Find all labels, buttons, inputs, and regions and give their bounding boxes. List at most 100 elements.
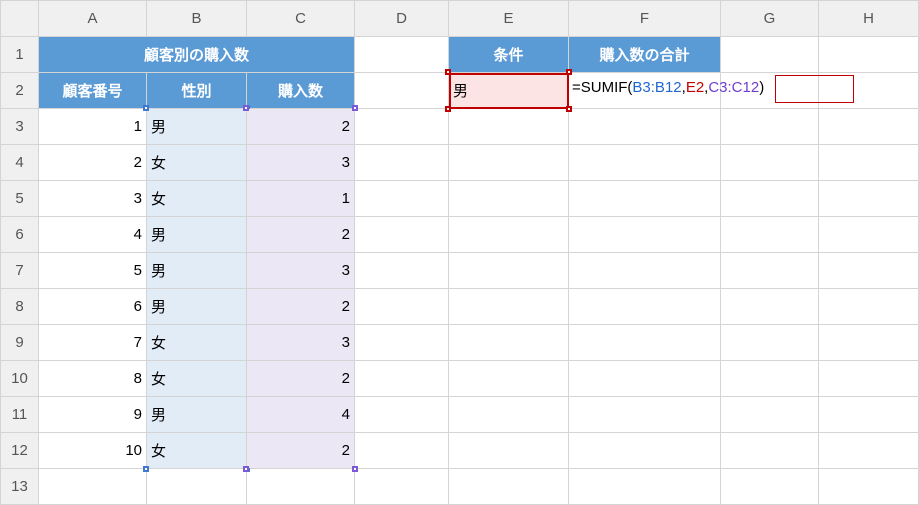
cell-B11[interactable]: 男 bbox=[147, 397, 247, 433]
cell-D9[interactable] bbox=[355, 325, 449, 361]
spreadsheet-grid[interactable]: A B C D E F G H 1 顧客別の購入数 条件 購入数の合計 2 顧客… bbox=[0, 0, 919, 505]
col-header-G[interactable]: G bbox=[721, 1, 819, 37]
col-header-B[interactable]: B bbox=[147, 1, 247, 37]
cell-G4[interactable] bbox=[721, 145, 819, 181]
cell-A13[interactable] bbox=[39, 469, 147, 505]
row-header-1[interactable]: 1 bbox=[1, 37, 39, 73]
cell-E5[interactable] bbox=[449, 181, 569, 217]
cell-H12[interactable] bbox=[819, 433, 919, 469]
cell-E6[interactable] bbox=[449, 217, 569, 253]
cell-F2-formula[interactable]: =SUMIF(B3:B12,E2,C3:C12) bbox=[569, 73, 721, 109]
cell-F7[interactable] bbox=[569, 253, 721, 289]
cell-G12[interactable] bbox=[721, 433, 819, 469]
cell-C4[interactable]: 3 bbox=[247, 145, 355, 181]
cell-B13[interactable] bbox=[147, 469, 247, 505]
cell-D2[interactable] bbox=[355, 73, 449, 109]
cell-F4[interactable] bbox=[569, 145, 721, 181]
cell-H3[interactable] bbox=[819, 109, 919, 145]
cell-A1-merged-title[interactable]: 顧客別の購入数 bbox=[39, 37, 355, 73]
cell-G6[interactable] bbox=[721, 217, 819, 253]
cell-C13[interactable] bbox=[247, 469, 355, 505]
cell-A3[interactable]: 1 bbox=[39, 109, 147, 145]
cell-D7[interactable] bbox=[355, 253, 449, 289]
col-header-D[interactable]: D bbox=[355, 1, 449, 37]
cell-C2[interactable]: 購入数 bbox=[247, 73, 355, 109]
cell-C10[interactable]: 2 bbox=[247, 361, 355, 397]
cell-B12[interactable]: 女 bbox=[147, 433, 247, 469]
cell-E3[interactable] bbox=[449, 109, 569, 145]
cell-F11[interactable] bbox=[569, 397, 721, 433]
cell-H11[interactable] bbox=[819, 397, 919, 433]
cell-B7[interactable]: 男 bbox=[147, 253, 247, 289]
cell-B5[interactable]: 女 bbox=[147, 181, 247, 217]
cell-A11[interactable]: 9 bbox=[39, 397, 147, 433]
cell-A7[interactable]: 5 bbox=[39, 253, 147, 289]
row-header-9[interactable]: 9 bbox=[1, 325, 39, 361]
cell-E2-criteria[interactable]: 男 bbox=[449, 73, 569, 109]
cell-D10[interactable] bbox=[355, 361, 449, 397]
cell-E12[interactable] bbox=[449, 433, 569, 469]
select-all-corner[interactable] bbox=[1, 1, 39, 37]
cell-F13[interactable] bbox=[569, 469, 721, 505]
cell-C3[interactable]: 2 bbox=[247, 109, 355, 145]
cell-F10[interactable] bbox=[569, 361, 721, 397]
col-header-E[interactable]: E bbox=[449, 1, 569, 37]
cell-H1[interactable] bbox=[819, 37, 919, 73]
cell-E9[interactable] bbox=[449, 325, 569, 361]
cell-H6[interactable] bbox=[819, 217, 919, 253]
row-header-4[interactable]: 4 bbox=[1, 145, 39, 181]
cell-B10[interactable]: 女 bbox=[147, 361, 247, 397]
cell-D8[interactable] bbox=[355, 289, 449, 325]
cell-H2[interactable] bbox=[819, 73, 919, 109]
cell-D12[interactable] bbox=[355, 433, 449, 469]
cell-G5[interactable] bbox=[721, 181, 819, 217]
cell-F6[interactable] bbox=[569, 217, 721, 253]
cell-C8[interactable]: 2 bbox=[247, 289, 355, 325]
cell-H7[interactable] bbox=[819, 253, 919, 289]
cell-G10[interactable] bbox=[721, 361, 819, 397]
cell-A2[interactable]: 顧客番号 bbox=[39, 73, 147, 109]
row-header-13[interactable]: 13 bbox=[1, 469, 39, 505]
cell-D1[interactable] bbox=[355, 37, 449, 73]
cell-E10[interactable] bbox=[449, 361, 569, 397]
cell-D13[interactable] bbox=[355, 469, 449, 505]
cell-D11[interactable] bbox=[355, 397, 449, 433]
row-header-5[interactable]: 5 bbox=[1, 181, 39, 217]
cell-B4[interactable]: 女 bbox=[147, 145, 247, 181]
cell-G7[interactable] bbox=[721, 253, 819, 289]
cell-G9[interactable] bbox=[721, 325, 819, 361]
cell-C9[interactable]: 3 bbox=[247, 325, 355, 361]
cell-C6[interactable]: 2 bbox=[247, 217, 355, 253]
col-header-H[interactable]: H bbox=[819, 1, 919, 37]
row-header-12[interactable]: 12 bbox=[1, 433, 39, 469]
row-header-2[interactable]: 2 bbox=[1, 73, 39, 109]
cell-H8[interactable] bbox=[819, 289, 919, 325]
cell-D4[interactable] bbox=[355, 145, 449, 181]
cell-A10[interactable]: 8 bbox=[39, 361, 147, 397]
cell-G3[interactable] bbox=[721, 109, 819, 145]
cell-H5[interactable] bbox=[819, 181, 919, 217]
row-header-6[interactable]: 6 bbox=[1, 217, 39, 253]
row-header-10[interactable]: 10 bbox=[1, 361, 39, 397]
cell-A12[interactable]: 10 bbox=[39, 433, 147, 469]
cell-E7[interactable] bbox=[449, 253, 569, 289]
cell-G11[interactable] bbox=[721, 397, 819, 433]
cell-E11[interactable] bbox=[449, 397, 569, 433]
row-header-7[interactable]: 7 bbox=[1, 253, 39, 289]
cell-D3[interactable] bbox=[355, 109, 449, 145]
cell-A4[interactable]: 2 bbox=[39, 145, 147, 181]
row-header-11[interactable]: 11 bbox=[1, 397, 39, 433]
cell-B6[interactable]: 男 bbox=[147, 217, 247, 253]
cell-D6[interactable] bbox=[355, 217, 449, 253]
cell-H10[interactable] bbox=[819, 361, 919, 397]
cell-F12[interactable] bbox=[569, 433, 721, 469]
cell-D5[interactable] bbox=[355, 181, 449, 217]
cell-F5[interactable] bbox=[569, 181, 721, 217]
row-header-3[interactable]: 3 bbox=[1, 109, 39, 145]
cell-F8[interactable] bbox=[569, 289, 721, 325]
cell-E1[interactable]: 条件 bbox=[449, 37, 569, 73]
col-header-A[interactable]: A bbox=[39, 1, 147, 37]
cell-B2[interactable]: 性別 bbox=[147, 73, 247, 109]
cell-C11[interactable]: 4 bbox=[247, 397, 355, 433]
cell-F9[interactable] bbox=[569, 325, 721, 361]
